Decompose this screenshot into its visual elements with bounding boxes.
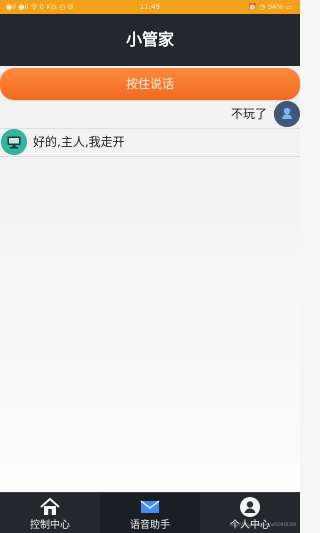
- bottom-navigation: 控制中心 语音助手 个人中心 http://blog.csdn.net/u010…: [0, 492, 300, 533]
- chat-message-text: 不玩了: [230, 107, 267, 121]
- home-icon: [40, 497, 60, 515]
- user-avatar-icon: [274, 101, 300, 127]
- status-right-text: ⏰ ◔ 94% ▭: [248, 3, 292, 11]
- chat-message-text: 好的,主人,我走开: [33, 135, 125, 149]
- page-title: 小管家: [125, 30, 174, 49]
- tab-label: 语音助手: [130, 520, 170, 531]
- envelope-icon: [140, 500, 160, 513]
- push-to-talk-button[interactable]: 按住说话: [0, 68, 300, 100]
- tab-voice-assistant[interactable]: 语音助手: [100, 493, 200, 533]
- voice-assistant-screen: ●ıl ●ıl 令 0 K/s ◴ ✉ 11:49 ⏰ ◔ 94% ▭ 小管家 …: [0, 0, 300, 533]
- tab-personal-center[interactable]: 个人中心: [200, 493, 300, 533]
- title-bar: 小管家: [0, 14, 300, 66]
- tab-label: 控制中心: [30, 520, 70, 531]
- user-avatar-icon: [274, 101, 300, 127]
- chat-message-user: 不玩了: [0, 100, 300, 129]
- tab-control-center[interactable]: 控制中心: [0, 493, 100, 533]
- status-bar: ●ıl ●ıl 令 0 K/s ◴ ✉ 11:49 ⏰ ◔ 94% ▭: [0, 0, 300, 14]
- watermark-text: http://blog.csdn.net/u010940300: [229, 522, 296, 527]
- monitor-avatar-icon: [1, 129, 27, 155]
- monitor-avatar-icon: [1, 129, 27, 155]
- chat-message-assistant: 好的,主人,我走开: [0, 128, 300, 157]
- person-icon: [240, 497, 260, 517]
